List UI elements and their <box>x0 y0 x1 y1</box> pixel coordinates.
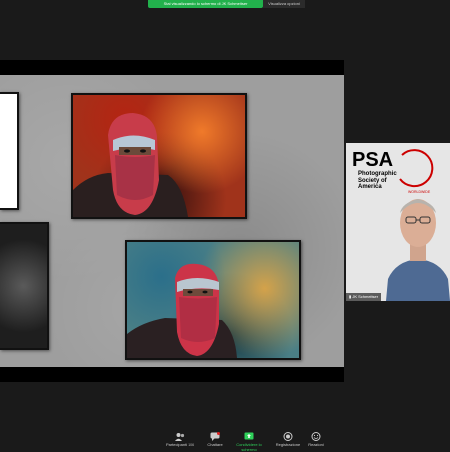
participant-video-tile[interactable]: PSA Photographic Society of America WORL… <box>346 143 450 301</box>
veiled-figure-red <box>73 113 188 217</box>
screen-share-banner[interactable]: Stai visualizzando lo schermo di JK Schm… <box>148 0 263 8</box>
mic-muted-icon: ▮ <box>349 294 352 299</box>
veiled-figure-teal <box>127 263 237 358</box>
share-screen-button[interactable]: Condividere lo schermo <box>229 432 269 452</box>
record-icon <box>283 432 293 441</box>
view-options-label: Visualizza opzioni <box>268 1 300 6</box>
slide-photo-teal-portrait <box>125 240 301 360</box>
meeting-toolbar: Partecipanti 106 Chattare Condividere lo… <box>0 430 450 452</box>
participant-name: JK Schmeitser <box>352 294 379 299</box>
view-options-button[interactable]: Visualizza opzioni <box>263 0 305 8</box>
participants-icon <box>175 432 185 441</box>
slide-photo-red-portrait <box>71 93 247 219</box>
participants-count: 106 <box>188 443 195 447</box>
share-banner-text: Stai visualizzando lo schermo di JK Schm… <box>163 1 248 6</box>
chat-icon <box>210 432 220 441</box>
reactions-icon <box>311 432 321 441</box>
reactions-label: Reazioni <box>308 442 324 447</box>
chat-label: Chattare <box>207 442 223 447</box>
psa-logo-line1: Photographic <box>358 171 397 177</box>
psa-logo-text: PSA <box>352 149 394 171</box>
reactions-button[interactable]: Reazioni <box>296 432 336 447</box>
participant-name-tag: ▮ JK Schmeitser <box>346 293 382 301</box>
participants-label: Partecipanti <box>165 442 188 447</box>
participants-button[interactable]: Partecipanti 106 <box>160 432 200 447</box>
share-screen-label: Condividere lo schermo <box>236 442 262 452</box>
speaker-person <box>386 199 450 301</box>
slide-photo-texture <box>0 222 49 350</box>
share-screen-icon <box>244 432 254 441</box>
slide-photo-white <box>0 92 19 210</box>
